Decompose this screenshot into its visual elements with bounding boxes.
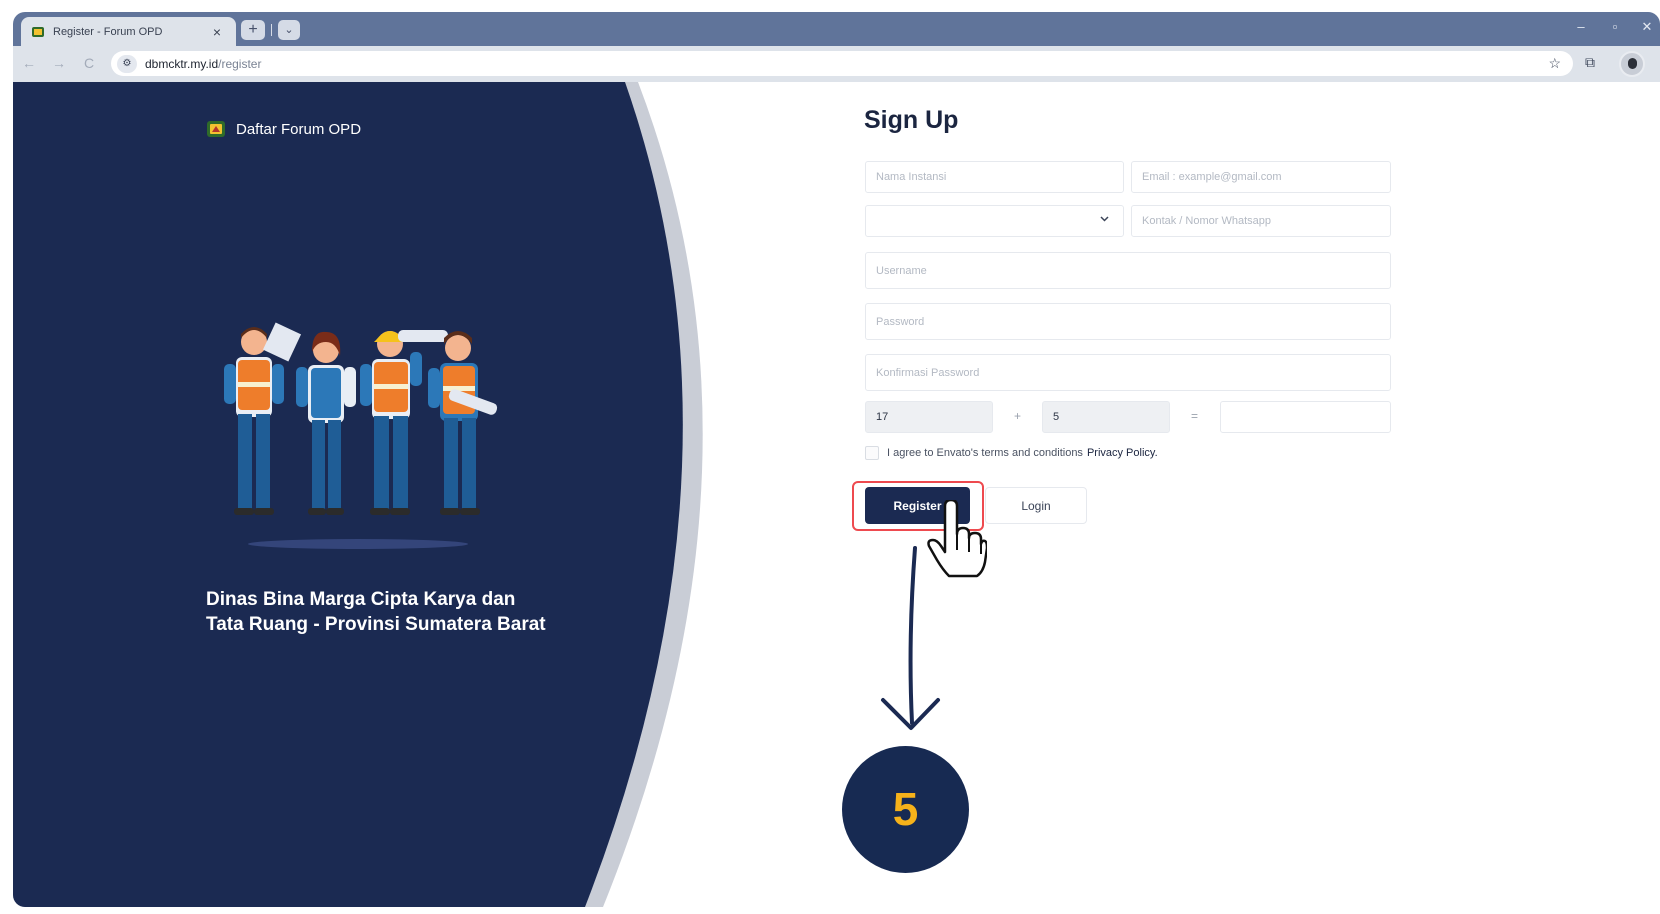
back-icon[interactable]: ← <box>19 55 39 71</box>
nama-instansi-input[interactable] <box>865 161 1124 193</box>
forward-icon[interactable]: → <box>49 55 69 71</box>
site-info-icon[interactable]: ⚙ <box>117 54 137 73</box>
close-tab-icon[interactable]: × <box>208 24 226 40</box>
captcha-plus: + <box>1014 409 1022 423</box>
login-button[interactable]: Login <box>985 487 1087 524</box>
captcha-answer-input[interactable] <box>1220 401 1391 433</box>
new-tab-button[interactable]: + <box>241 20 265 40</box>
register-page: Daftar Forum OPD Dinas Bina Marga Cipta … <box>13 82 1660 907</box>
down-arrow-annotation-icon <box>881 546 940 730</box>
tab-divider <box>271 24 272 36</box>
category-select[interactable] <box>865 205 1124 237</box>
brand: Daftar Forum OPD <box>206 119 361 139</box>
agency-line-1: Dinas Bina Marga Cipta Karya dan <box>206 589 516 610</box>
privacy-policy-link[interactable]: Privacy Policy. <box>1087 447 1158 459</box>
extensions-icon[interactable]: ⧉ <box>1585 54 1595 71</box>
step-number-badge: 5 <box>842 746 969 873</box>
tab-strip: Register - Forum OPD × + ⌄ – ▫ ✕ <box>13 12 1660 46</box>
minimize-icon[interactable]: – <box>1571 19 1591 34</box>
terms-text: I agree to Envato's terms and conditions <box>887 447 1083 459</box>
password-input[interactable] <box>865 303 1391 340</box>
browser-window: Register - Forum OPD × + ⌄ – ▫ ✕ ← → C ⚙… <box>13 12 1660 907</box>
bookmark-star-icon[interactable]: ☆ <box>1548 55 1561 72</box>
brand-name: Daftar Forum OPD <box>236 120 362 138</box>
email-input[interactable] <box>1131 161 1391 193</box>
left-brand-panel: Daftar Forum OPD Dinas Bina Marga Cipta … <box>13 82 713 907</box>
terms-checkbox[interactable] <box>865 446 879 460</box>
province-logo-icon <box>207 121 225 137</box>
terms-agreement: I agree to Envato's terms and conditions… <box>865 446 1158 460</box>
construction-workers-illustration <box>224 322 498 549</box>
profile-avatar-icon[interactable] <box>1619 51 1645 77</box>
reload-icon[interactable]: C <box>79 55 99 71</box>
browser-toolbar: ← → C ⚙ dbmcktr.my.id/register ☆ ⧉ <box>13 46 1660 82</box>
captcha-equals: = <box>1191 409 1199 423</box>
url-path: /register <box>218 56 262 71</box>
kontak-whatsapp-input[interactable] <box>1131 205 1391 237</box>
browser-tab[interactable]: Register - Forum OPD × <box>21 17 236 46</box>
maximize-icon[interactable]: ▫ <box>1605 19 1625 34</box>
chevron-down-icon <box>1100 216 1109 222</box>
captcha-number-b: 5 <box>1042 401 1170 433</box>
forum-favicon-icon <box>32 26 44 37</box>
address-bar[interactable]: ⚙ dbmcktr.my.id/register ☆ <box>111 51 1573 76</box>
captcha-number-a: 17 <box>865 401 993 433</box>
agency-line-2: Tata Ruang - Provinsi Sumatera Barat <box>206 614 546 635</box>
close-window-icon[interactable]: ✕ <box>1637 19 1657 35</box>
tab-search-button[interactable]: ⌄ <box>278 20 300 40</box>
url-host: dbmcktr.my.id <box>145 56 219 71</box>
agency-name: Dinas Bina Marga Cipta Karya dan Tata Ru… <box>206 587 626 637</box>
tab-title: Register - Forum OPD <box>53 25 163 38</box>
username-input[interactable] <box>865 252 1391 289</box>
konfirmasi-password-input[interactable] <box>865 354 1391 391</box>
page-title: Sign Up <box>864 106 959 134</box>
